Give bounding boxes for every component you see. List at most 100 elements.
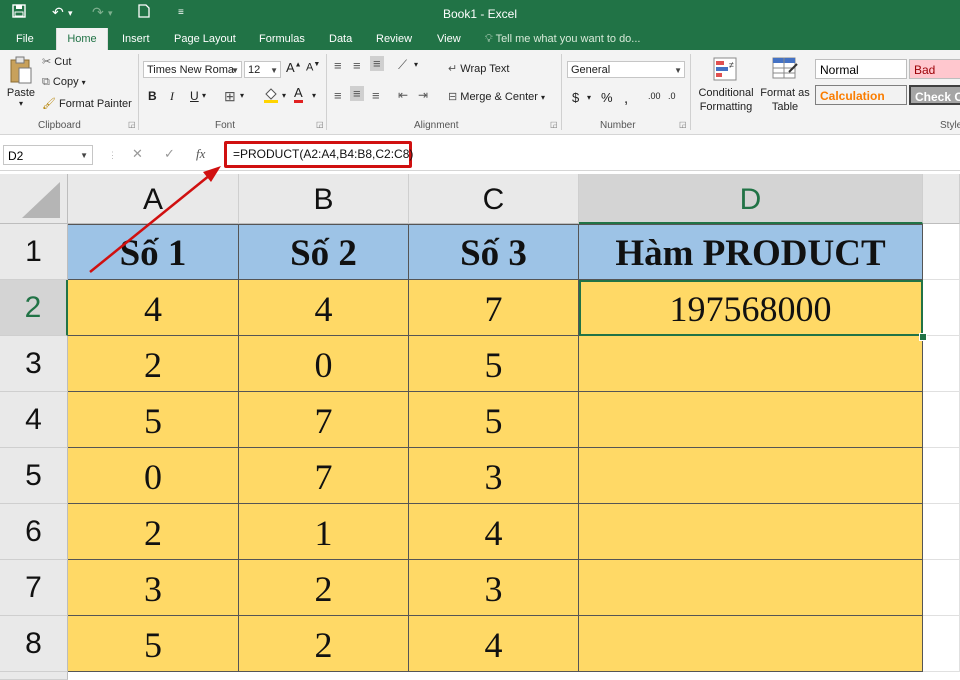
cell-c2[interactable]: 7 (409, 280, 579, 336)
borders-dropdown-icon[interactable]: ▾ (240, 91, 244, 100)
align-top-icon[interactable]: ≡ (334, 58, 342, 73)
select-all-corner[interactable] (0, 174, 68, 224)
cell-d3[interactable] (579, 336, 923, 392)
cell-a5[interactable]: 0 (68, 448, 239, 504)
cell-b4[interactable]: 7 (239, 392, 409, 448)
row-header-3[interactable]: 3 (0, 336, 68, 392)
align-right-icon[interactable]: ≡ (372, 88, 380, 103)
cell-a1[interactable]: Số 1 (68, 224, 239, 280)
cell-d5[interactable] (579, 448, 923, 504)
row-header-1[interactable]: 1 (0, 224, 68, 280)
insert-function-icon[interactable]: fx (196, 146, 205, 162)
cell-e1[interactable] (923, 224, 960, 280)
font-color-icon[interactable]: A (294, 86, 303, 103)
merge-dropdown-icon[interactable]: ▾ (541, 93, 545, 102)
cell-a3[interactable]: 2 (68, 336, 239, 392)
cell-b1[interactable]: Số 2 (239, 224, 409, 280)
cell-b3[interactable]: 0 (239, 336, 409, 392)
cell-a6[interactable]: 2 (68, 504, 239, 560)
tab-file[interactable]: File (8, 28, 42, 50)
cancel-icon[interactable]: ✕ (132, 146, 143, 162)
underline-dropdown-icon[interactable]: ▾ (202, 91, 206, 100)
conditional-formatting-button[interactable]: ≠ Conditional Formatting (696, 56, 756, 114)
font-color-dropdown-icon[interactable]: ▾ (312, 91, 316, 100)
cell-d1[interactable]: Hàm PRODUCT (579, 224, 923, 280)
style-normal[interactable]: Normal (815, 59, 907, 79)
row-header-9[interactable] (0, 672, 68, 680)
number-format-select[interactable]: General ▼ (567, 61, 685, 78)
row-header-6[interactable]: 6 (0, 504, 68, 560)
decrease-indent-icon[interactable]: ⇤ (398, 88, 408, 102)
borders-icon[interactable]: ⊞ (224, 88, 236, 105)
currency-dropdown-icon[interactable]: ▾ (587, 93, 591, 102)
column-header-a[interactable]: A (68, 174, 239, 224)
row-header-8[interactable]: 8 (0, 616, 68, 672)
merge-center-button[interactable]: ⊟ Merge & Center ▾ (448, 90, 545, 103)
cell-d6[interactable] (579, 504, 923, 560)
align-center-icon[interactable]: ≡ (350, 86, 364, 101)
cell-e2[interactable] (923, 280, 960, 336)
cell-c5[interactable]: 3 (409, 448, 579, 504)
font-launcher-icon[interactable]: ◲ (316, 120, 324, 129)
bold-icon[interactable]: B (148, 89, 157, 103)
percent-icon[interactable]: % (601, 90, 613, 105)
tab-review[interactable]: Review (368, 28, 420, 50)
chevron-down-icon[interactable]: ▼ (80, 146, 88, 166)
wrap-text-button[interactable]: ↵ Wrap Text (448, 62, 509, 75)
cell-a2[interactable]: 4 (68, 280, 239, 336)
enter-icon[interactable]: ✓ (164, 146, 175, 162)
cell-a4[interactable]: 5 (68, 392, 239, 448)
comma-icon[interactable]: , (624, 90, 628, 107)
fill-color-icon[interactable] (263, 87, 279, 106)
cell-d7[interactable] (579, 560, 923, 616)
underline-icon[interactable]: U (190, 89, 199, 103)
column-header-d[interactable]: D (579, 174, 923, 224)
style-check-cell[interactable]: Check Ce (909, 85, 960, 105)
cell-c3[interactable]: 5 (409, 336, 579, 392)
row-header-7[interactable]: 7 (0, 560, 68, 616)
tab-page-layout[interactable]: Page Layout (166, 28, 244, 50)
cell-d8[interactable] (579, 616, 923, 672)
format-painter-button[interactable]: 🖌︎ Format Painter (42, 97, 132, 110)
decrease-decimal-icon[interactable]: .0 (668, 91, 676, 101)
orientation-dropdown-icon[interactable]: ▾ (414, 60, 418, 69)
tab-data[interactable]: Data (321, 28, 360, 50)
column-header-b[interactable]: B (239, 174, 409, 224)
column-header-c[interactable]: C (409, 174, 579, 224)
copy-button[interactable]: ⧉ Copy ▾ (42, 76, 86, 89)
cell-e6[interactable] (923, 504, 960, 560)
tell-me-box[interactable]: 💡︎ Tell me what you want to do... (485, 28, 640, 50)
style-bad[interactable]: Bad (909, 59, 960, 79)
cell-b6[interactable]: 1 (239, 504, 409, 560)
style-calculation[interactable]: Calculation (815, 85, 907, 105)
align-middle-icon[interactable]: ≡ (353, 58, 361, 73)
fill-dropdown-icon[interactable]: ▾ (282, 91, 286, 100)
cell-c4[interactable]: 5 (409, 392, 579, 448)
decrease-font-icon[interactable]: A▼ (306, 61, 320, 74)
format-as-table-button[interactable]: Format as Table (760, 56, 810, 114)
align-bottom-icon[interactable]: ≡ (370, 56, 384, 71)
column-header-e[interactable] (923, 174, 960, 224)
tab-insert[interactable]: Insert (114, 28, 158, 50)
number-launcher-icon[interactable]: ◲ (679, 120, 687, 129)
paste-dropdown-icon[interactable]: ▾ (6, 99, 36, 108)
cell-b5[interactable]: 7 (239, 448, 409, 504)
cell-b7[interactable]: 2 (239, 560, 409, 616)
row-header-4[interactable]: 4 (0, 392, 68, 448)
cell-c8[interactable]: 4 (409, 616, 579, 672)
increase-indent-icon[interactable]: ⇥ (418, 88, 428, 102)
increase-font-icon[interactable]: A▲ (286, 60, 302, 75)
formula-input[interactable]: =PRODUCT(A2:A4,B4:B8,C2:C8) (224, 141, 413, 168)
orientation-icon[interactable]: ⟋ (398, 57, 407, 73)
name-box[interactable]: D2 ▼ (3, 145, 93, 165)
row-header-2[interactable]: 2 (0, 280, 68, 336)
fill-handle[interactable] (919, 333, 927, 341)
cell-e3[interactable] (923, 336, 960, 392)
cell-e7[interactable] (923, 560, 960, 616)
cell-b8[interactable]: 2 (239, 616, 409, 672)
cell-d4[interactable] (579, 392, 923, 448)
row-header-5[interactable]: 5 (0, 448, 68, 504)
cell-a8[interactable]: 5 (68, 616, 239, 672)
cell-e5[interactable] (923, 448, 960, 504)
paste-button[interactable]: Paste ▾ (6, 56, 36, 108)
